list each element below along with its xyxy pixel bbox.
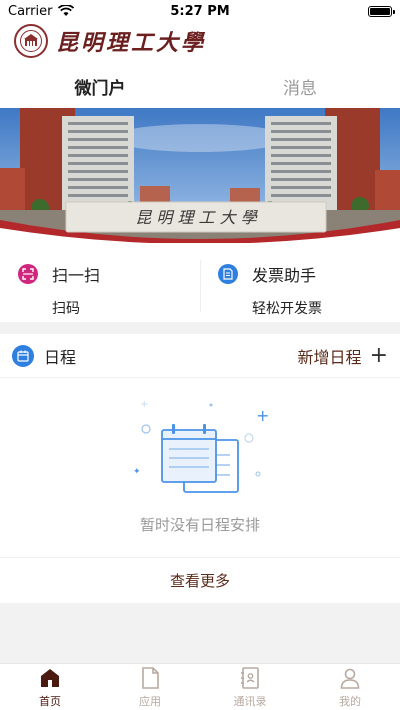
tabbar-home-label: 首页 <box>39 694 61 708</box>
invoice-icon <box>218 264 238 284</box>
scan-action[interactable]: 扫一扫 扫码 <box>0 250 200 322</box>
invoice-title: 发票助手 <box>252 266 317 285</box>
tabbar-profile[interactable]: 我的 <box>300 664 400 710</box>
school-seal-icon <box>14 24 48 58</box>
tabbar-profile-label: 我的 <box>339 694 361 708</box>
plus-icon: + <box>369 342 388 368</box>
battery-icon <box>368 5 395 17</box>
apps-icon <box>142 666 159 689</box>
svg-text:+: + <box>140 399 148 410</box>
home-icon <box>41 668 59 687</box>
calendar-icon <box>12 344 34 367</box>
add-schedule-label: 新增日程 <box>297 347 362 367</box>
quick-actions: 扫一扫 扫码 发票助手 轻松开发票 <box>0 250 400 322</box>
schedule-header: 日程 新增日程 + <box>0 334 400 378</box>
tab-messages[interactable]: 消息 <box>200 66 400 108</box>
scan-icon <box>18 264 38 284</box>
tab-messages-label: 消息 <box>283 79 317 99</box>
svg-text:✦: ✦ <box>133 467 141 477</box>
tab-portal[interactable]: 微门户 <box>0 66 200 108</box>
status-time: 5:27 PM <box>170 3 230 19</box>
bottom-spacer <box>0 603 400 663</box>
invoice-action[interactable]: 发票助手 轻松开发票 <box>200 250 400 322</box>
section-divider <box>0 322 400 334</box>
tabbar-contacts-label: 通讯录 <box>233 694 267 708</box>
gate-inscription: 昆 明 理 工 大 學 <box>135 208 258 227</box>
profile-icon <box>340 668 360 689</box>
tab-portal-label: 微门户 <box>74 79 126 99</box>
svg-text:+: + <box>256 406 269 425</box>
tabbar-apps[interactable]: 应用 <box>100 664 200 710</box>
tabbar-contacts[interactable]: 通讯录 <box>200 664 300 710</box>
school-name: 昆明理工大學 <box>56 30 207 56</box>
tabbar-home[interactable]: 首页 <box>0 664 100 710</box>
bottom-tab-bar: 首页 应用 通讯录 我的 <box>0 663 400 710</box>
campus-banner[interactable]: 昆 明 理 工 大 學 <box>0 108 400 243</box>
schedule-title: 日程 <box>44 347 77 367</box>
scan-subtitle: 扫码 <box>52 301 80 317</box>
view-more-button[interactable]: 查看更多 <box>0 557 400 603</box>
school-logo: 昆明理工大學 <box>14 24 206 58</box>
top-tabs: 微门户 消息 <box>0 66 400 108</box>
scan-title: 扫一扫 <box>52 266 101 285</box>
status-bar: Carrier 5:27 PM <box>0 0 400 22</box>
tabbar-apps-label: 应用 <box>139 694 161 708</box>
empty-schedule-text: 暂时没有日程安排 <box>139 516 260 534</box>
contacts-icon <box>241 666 259 689</box>
add-schedule-button[interactable]: 新增日程 + <box>298 344 388 368</box>
invoice-subtitle: 轻松开发票 <box>252 301 322 317</box>
